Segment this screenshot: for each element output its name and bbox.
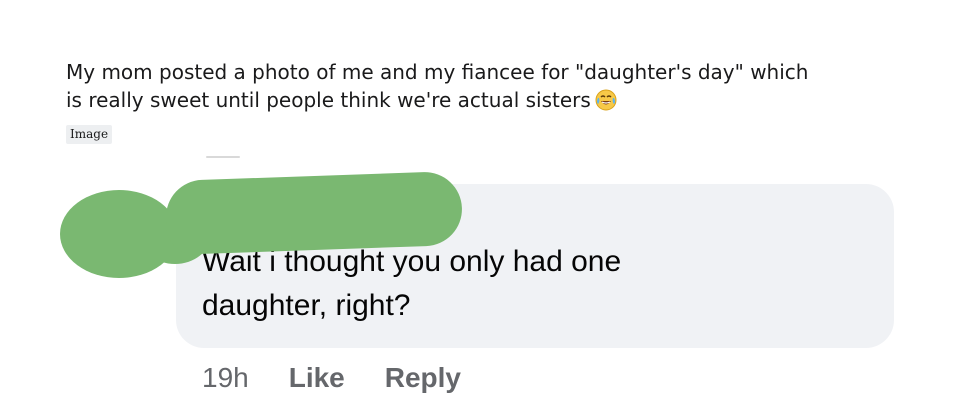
post-title[interactable]: My mom posted a photo of me and my fianc… [66, 58, 926, 114]
post-title-line-2-text: is really sweet until people think we're… [66, 88, 591, 112]
comment-timestamp[interactable]: 19h [202, 362, 249, 394]
comment-actions: 19h Like Reply [202, 358, 461, 398]
redacted-avatar [60, 190, 178, 278]
comment-text: Wait i thought you only had one daughter… [202, 240, 852, 328]
post-flair[interactable]: Image [66, 125, 113, 144]
redacted-username [164, 170, 464, 256]
post-title-line-1: My mom posted a photo of me and my fianc… [66, 60, 809, 84]
crying-laughing-emoji-icon [595, 89, 617, 111]
like-button[interactable]: Like [289, 362, 345, 394]
post-title-line-2: is really sweet until people think we're… [66, 86, 926, 114]
divider [206, 156, 240, 158]
comment-text-line-2: daughter, right? [202, 289, 411, 322]
reply-button[interactable]: Reply [385, 362, 461, 394]
